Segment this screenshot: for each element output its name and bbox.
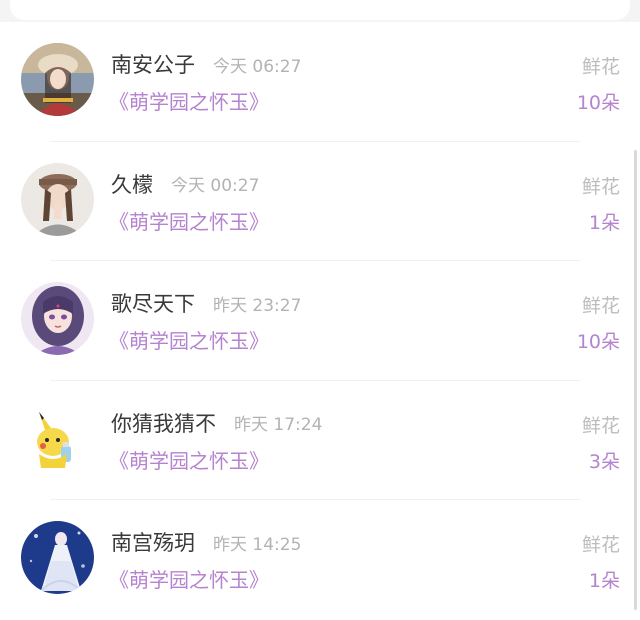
sender-name[interactable]: 久檬 bbox=[111, 169, 153, 199]
list-item[interactable]: 歌尽天下 昨天 23:27 《萌学园之怀玉》 鲜花 10朵 bbox=[0, 261, 640, 381]
gift-time: 昨天 14:25 bbox=[213, 534, 302, 555]
book-title[interactable]: 《萌学园之怀玉》 bbox=[109, 445, 269, 474]
avatar[interactable] bbox=[21, 282, 94, 355]
gift-count: 3朵 bbox=[588, 450, 620, 473]
gift-time: 昨天 23:27 bbox=[213, 295, 302, 316]
gift-count: 10朵 bbox=[576, 92, 620, 114]
gift-list: 南安公子 今天 06:27 《萌学园之怀玉》 鲜花 10朵 久檬 今天 00:2… bbox=[0, 22, 640, 620]
search-card[interactable] bbox=[10, 0, 630, 20]
scrollbar[interactable] bbox=[634, 150, 637, 610]
sender-line: 南宫殇玥 昨天 14:25 bbox=[111, 526, 301, 558]
gift-type: 鲜花 bbox=[581, 175, 620, 198]
gift-time: 今天 06:27 bbox=[213, 56, 302, 77]
list-item[interactable]: 南安公子 今天 06:27 《萌学园之怀玉》 鲜花 10朵 bbox=[0, 22, 640, 142]
girl-with-hat-avatar bbox=[21, 43, 94, 116]
sender-line: 久檬 今天 00:27 bbox=[111, 168, 259, 200]
gift-count: 1朵 bbox=[588, 211, 620, 234]
sender-line: 南安公子 今天 06:27 bbox=[111, 48, 301, 80]
gift-type: 鲜花 bbox=[581, 56, 620, 78]
gift-time: 昨天 17:24 bbox=[234, 415, 323, 435]
sender-name[interactable]: 歌尽天下 bbox=[111, 288, 195, 318]
sender-name[interactable]: 南宫殇玥 bbox=[111, 527, 195, 557]
pikachu-avatar bbox=[21, 401, 94, 475]
sender-name[interactable]: 你猜我猜不 bbox=[111, 408, 216, 438]
girl-praying-avatar bbox=[21, 162, 94, 236]
avatar[interactable] bbox=[21, 401, 94, 475]
book-title[interactable]: 《萌学园之怀玉》 bbox=[109, 325, 269, 354]
top-strip bbox=[0, 0, 640, 22]
gift-count: 1朵 bbox=[588, 570, 620, 592]
list-item[interactable]: 南宫殇玥 昨天 14:25 《萌学园之怀玉》 鲜花 1朵 bbox=[0, 500, 640, 620]
anime-princess-avatar bbox=[21, 282, 94, 355]
white-dress-avatar bbox=[21, 521, 94, 594]
gift-type: 鲜花 bbox=[581, 295, 620, 317]
gift-type: 鲜花 bbox=[581, 534, 620, 556]
book-title[interactable]: 《萌学园之怀玉》 bbox=[109, 86, 269, 115]
list-item[interactable]: 久檬 今天 00:27 《萌学园之怀玉》 鲜花 1朵 bbox=[0, 142, 640, 261]
gift-type: 鲜花 bbox=[581, 414, 620, 437]
sender-line: 歌尽天下 昨天 23:27 bbox=[111, 287, 301, 319]
gift-time: 今天 00:27 bbox=[171, 176, 260, 196]
sender-name[interactable]: 南安公子 bbox=[111, 49, 195, 79]
book-title[interactable]: 《萌学园之怀玉》 bbox=[109, 564, 269, 593]
sender-line: 你猜我猜不 昨天 17:24 bbox=[111, 407, 322, 439]
book-title[interactable]: 《萌学园之怀玉》 bbox=[109, 206, 269, 235]
gift-count: 10朵 bbox=[576, 331, 620, 353]
avatar[interactable] bbox=[21, 43, 94, 116]
avatar[interactable] bbox=[21, 521, 94, 594]
list-item[interactable]: 你猜我猜不 昨天 17:24 《萌学园之怀玉》 鲜花 3朵 bbox=[0, 381, 640, 500]
avatar[interactable] bbox=[21, 162, 94, 236]
